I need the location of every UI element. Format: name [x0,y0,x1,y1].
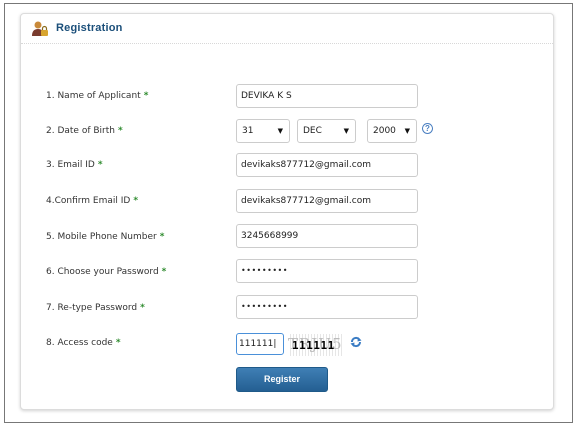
email-field[interactable]: devikaks877712@gmail.com [236,153,418,177]
page-title: Registration [56,22,123,34]
dob-label: 2. Date of Birth * [46,126,123,136]
user-lock-icon [32,21,48,36]
registration-panel: Registration 1. Name of Applicant * DEVIK… [20,13,554,410]
required-marker: * [159,232,165,242]
required-marker: * [161,267,167,277]
dob-day-select[interactable]: 31 ▼ [236,119,290,143]
register-button[interactable]: Register [236,367,328,392]
name-label: 1. Name of Applicant * [46,91,149,101]
access-code-input[interactable]: 111111| [236,333,284,355]
captcha-image: TRJU5 111111 [288,334,342,356]
captcha-code: 111111 [292,339,335,352]
password-label: 6. Choose your Password * [46,267,167,277]
dob-month-select[interactable]: DEC ▼ [297,119,356,143]
dob-year-select[interactable]: 2000 ▼ [367,119,417,143]
required-marker: * [115,338,121,348]
required-marker: * [140,303,145,313]
required-marker: * [143,91,149,101]
chevron-down-icon: ▼ [277,127,283,135]
confirm-email-label: 4.Confirm Email ID * [46,196,139,206]
chevron-down-icon: ▼ [404,127,410,135]
required-marker: * [133,196,139,206]
retype-password-label: 7. Re-type Password * [46,303,145,313]
refresh-icon[interactable] [350,336,362,348]
mobile-phone-input[interactable]: 3245668999 [236,224,418,248]
retype-password-input[interactable]: ••••••••• [236,295,418,319]
panel-header: Registration [21,14,553,44]
email-label: 3. Email ID * [46,160,103,170]
chevron-down-icon: ▼ [343,127,349,135]
mobile-label: 5. Mobile Phone Number * [46,232,165,242]
applicant-name-input[interactable]: DEVIKA K S [236,84,418,108]
confirm-email-field[interactable]: devikaks877712@gmail.com [236,189,418,213]
password-input[interactable]: ••••••••• [236,259,418,283]
required-marker: * [117,126,123,136]
required-marker: * [97,160,103,170]
help-icon[interactable]: ? [422,123,433,134]
access-code-label: 8. Access code * [46,338,121,348]
